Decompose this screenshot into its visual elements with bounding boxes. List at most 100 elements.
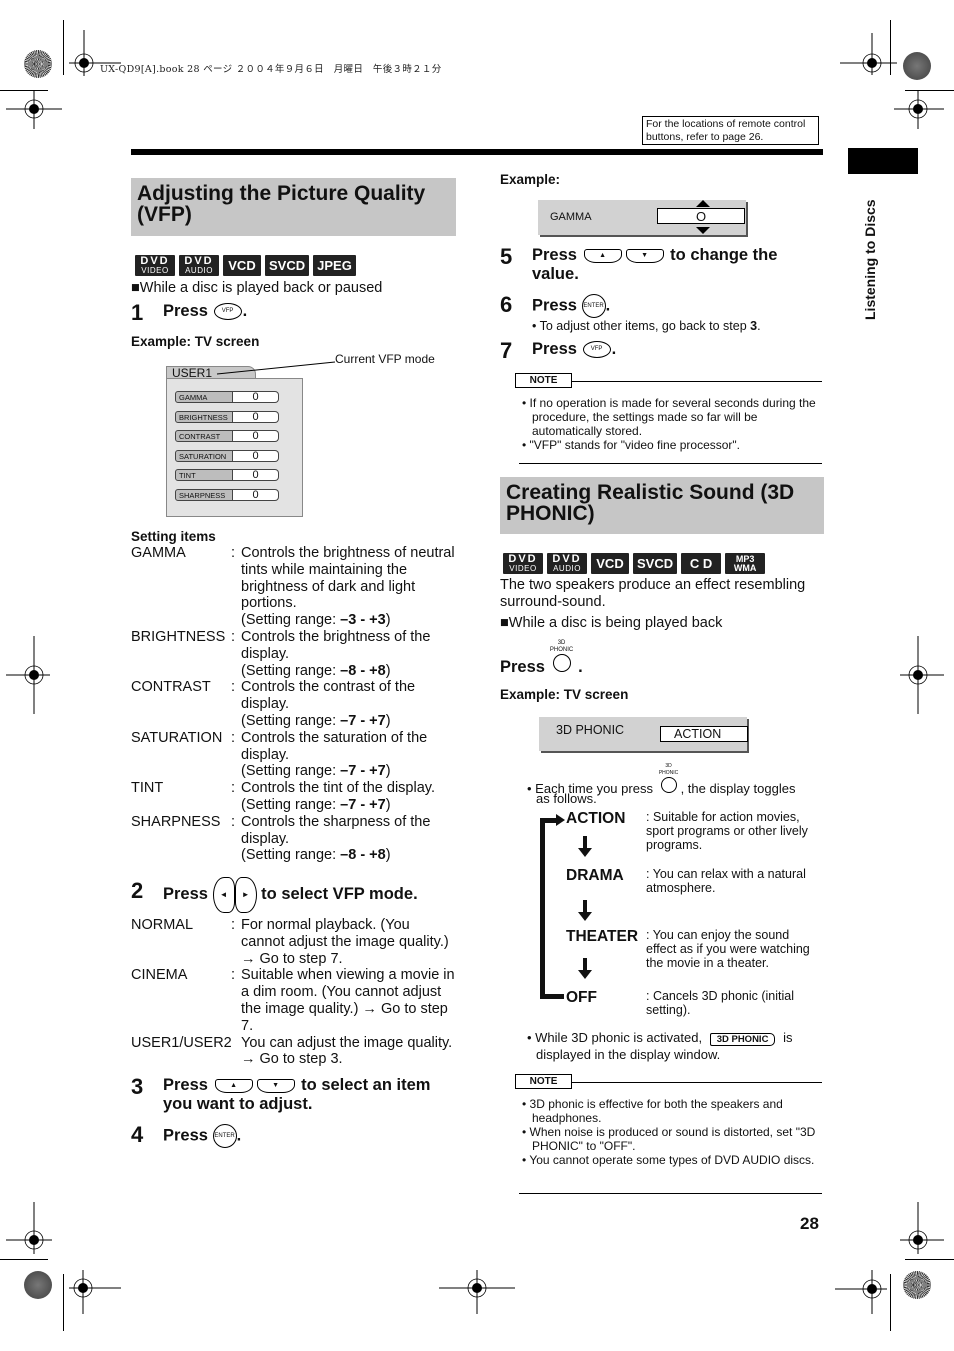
chapter-label: Listening to Discs xyxy=(862,199,878,320)
disc-badge-dvd-video: DVD VIDEO xyxy=(503,553,543,574)
down-button-icon: ▼ xyxy=(625,248,664,263)
vfp-step-2: 2 Press ◄ ► to select VFP mode. xyxy=(131,876,418,913)
3d-phonic-button-icon: 3D PHONIC xyxy=(550,640,574,677)
toggle-instruction-line2: as follows. xyxy=(536,791,597,806)
enter-button-icon: ENTER xyxy=(212,1124,237,1148)
crop-line xyxy=(905,1259,954,1260)
up-triangle-icon xyxy=(696,200,710,207)
down-arrow-icon xyxy=(578,958,592,979)
registration-mark-icon xyxy=(835,1270,887,1314)
callout-current-vfp-mode: Current VFP mode xyxy=(335,352,435,366)
step-6-subnote: • To adjust other items, go back to step… xyxy=(532,319,761,333)
registration-mark-icon xyxy=(900,1202,944,1256)
cycle-arrow-head-icon xyxy=(540,814,565,826)
tv-row: TINT 0 xyxy=(175,469,279,481)
note-rule xyxy=(519,463,822,464)
phonic-mode-desc: : You can relax with a natural atmospher… xyxy=(646,867,806,895)
up-button-icon: ▲ xyxy=(214,1078,253,1093)
phonic-active-note-line2: displayed in the display window. xyxy=(536,1047,721,1062)
enter-button-icon: ENTER xyxy=(581,294,606,318)
disc-badge-vcd: VCD xyxy=(223,255,261,276)
note-item: • 3D phonic is effective for both the sp… xyxy=(522,1097,783,1125)
note-rule xyxy=(570,381,822,382)
registration-mark-icon xyxy=(6,1202,52,1256)
crop-line xyxy=(890,1274,891,1331)
phonic-mode-drama: DRAMA xyxy=(566,867,624,884)
vfp-step-1: 1 Press VFP. xyxy=(131,300,248,325)
setting-item: SHARPNESS: Controls the sharpness of the… xyxy=(131,813,431,864)
vfp-step-7: 7 Press VFP. xyxy=(500,338,617,363)
registration-mark-icon xyxy=(840,33,897,78)
page-number: 28 xyxy=(800,1214,819,1233)
disc-badge-cd: C D xyxy=(681,553,722,574)
vfp-disc-badges: DVD VIDEO DVD AUDIO VCD SVCD JPEG xyxy=(135,255,356,276)
example-label: Example: xyxy=(500,172,561,187)
down-arrow-icon xyxy=(578,900,592,921)
vfp-note-items: • If no operation is made for several se… xyxy=(522,396,820,452)
disc-badge-svcd: SVCD xyxy=(633,553,678,574)
color-target-icon xyxy=(903,1271,931,1299)
note-item: • You cannot operate some types of DVD A… xyxy=(522,1153,815,1167)
setting-items-list: GAMMA: Controls the brightness of neutra… xyxy=(131,545,455,864)
disc-badge-jpeg: JPEG xyxy=(313,255,356,276)
setting-item: TINT: Controls the tint of the display.(… xyxy=(131,780,435,813)
setting-item: SATURATION: Controls the saturation of t… xyxy=(131,729,428,780)
tv-row: SHARPNESS 0 xyxy=(175,489,279,501)
vfp-step-3: 3 Press ▲ ▼ to select an item you want to… xyxy=(131,1074,431,1114)
down-triangle-icon xyxy=(696,227,710,234)
crop-line xyxy=(890,20,891,75)
crop-line xyxy=(63,20,64,75)
vfp-mode: CINEMA: Suitable when viewing a movie in … xyxy=(131,967,455,1034)
tv-row: GAMMA 0 xyxy=(175,391,279,403)
phonic-active-note: • While 3D phonic is activated, 3D PHONI… xyxy=(527,1030,793,1046)
registration-mark-icon xyxy=(69,1270,121,1314)
note-tag: NOTE xyxy=(515,373,572,388)
note-item: • If no operation is made for several se… xyxy=(522,396,816,438)
top-rule xyxy=(131,149,823,155)
3d-phonic-button-icon: 3D PHONIC xyxy=(657,763,681,797)
down-arrow-icon xyxy=(578,836,592,857)
display-indicator-3d-phonic: 3D PHONIC xyxy=(709,1033,776,1046)
vfp-mode: NORMAL: For normal playback. (You cannot … xyxy=(131,917,449,967)
disc-badge-dvd-audio: DVD AUDIO xyxy=(547,553,587,574)
note-item: • "VFP" stands for "video fine processor… xyxy=(522,438,741,452)
phonic-mode-theater: THEATER xyxy=(566,928,639,945)
chapter-tab xyxy=(848,148,918,174)
phonic-condition: ■While a disc is being played back xyxy=(500,615,723,631)
tv-row: BRIGHTNESS 0 xyxy=(175,411,279,423)
right-cursor-button-icon: ► xyxy=(234,876,257,913)
phonic-disc-badges: DVD VIDEO DVD AUDIO VCD SVCD C D MP3 WMA xyxy=(503,553,766,574)
registration-mark-icon xyxy=(439,1270,515,1314)
left-cursor-button-icon: ◄ xyxy=(212,876,235,913)
setting-item: BRIGHTNESS: Controls the brightness of t… xyxy=(131,628,431,679)
tv-row: CONTRAST 0 xyxy=(175,430,279,442)
registration-mark-icon xyxy=(6,636,52,714)
vfp-button-icon: VFP xyxy=(582,341,611,359)
phonic-tv-screen: 3D PHONIC ACTION xyxy=(539,717,748,751)
disc-badge-mp3-wma: MP3 WMA xyxy=(725,553,766,574)
registration-mark-icon xyxy=(69,30,121,78)
phonic-mode-cycle: ACTION : Suitable for action movies, spo… xyxy=(540,808,825,1018)
vfp-step-4: 4 Press ENTER. xyxy=(131,1122,242,1148)
phonic-note-items: • 3D phonic is effective for both the sp… xyxy=(522,1097,820,1167)
example-label: Example: TV screen xyxy=(500,687,629,702)
phonic-mode-desc: : You can enjoy the sound effect as if y… xyxy=(646,928,810,970)
setting-items-heading: Setting items xyxy=(131,529,216,544)
tv-row: SATURATION 0 xyxy=(175,450,279,462)
color-target-icon xyxy=(903,52,931,80)
cycle-arrow xyxy=(540,818,545,999)
setting-item: GAMMA: Controls the brightness of neutra… xyxy=(131,545,455,629)
color-target-icon xyxy=(24,1271,52,1299)
phonic-mode-desc: : Suitable for action movies, sport prog… xyxy=(646,810,808,852)
cycle-arrow xyxy=(540,994,564,999)
phonic-intro: The two speakers produce an effect resem… xyxy=(500,577,806,610)
registration-mark-icon xyxy=(900,636,944,714)
example-label: Example: TV screen xyxy=(131,334,260,349)
remote-reference-note: For the locations of remote control butt… xyxy=(642,116,819,145)
up-button-icon: ▲ xyxy=(583,248,622,263)
phonic-mode-action: ACTION xyxy=(566,810,626,827)
note-item: • When noise is produced or sound is dis… xyxy=(522,1125,816,1153)
disc-badge-dvd-audio: DVD AUDIO xyxy=(179,255,219,276)
crop-line xyxy=(63,1274,64,1331)
section-title-vfp: Adjusting the Picture Quality (VFP) xyxy=(131,178,456,236)
